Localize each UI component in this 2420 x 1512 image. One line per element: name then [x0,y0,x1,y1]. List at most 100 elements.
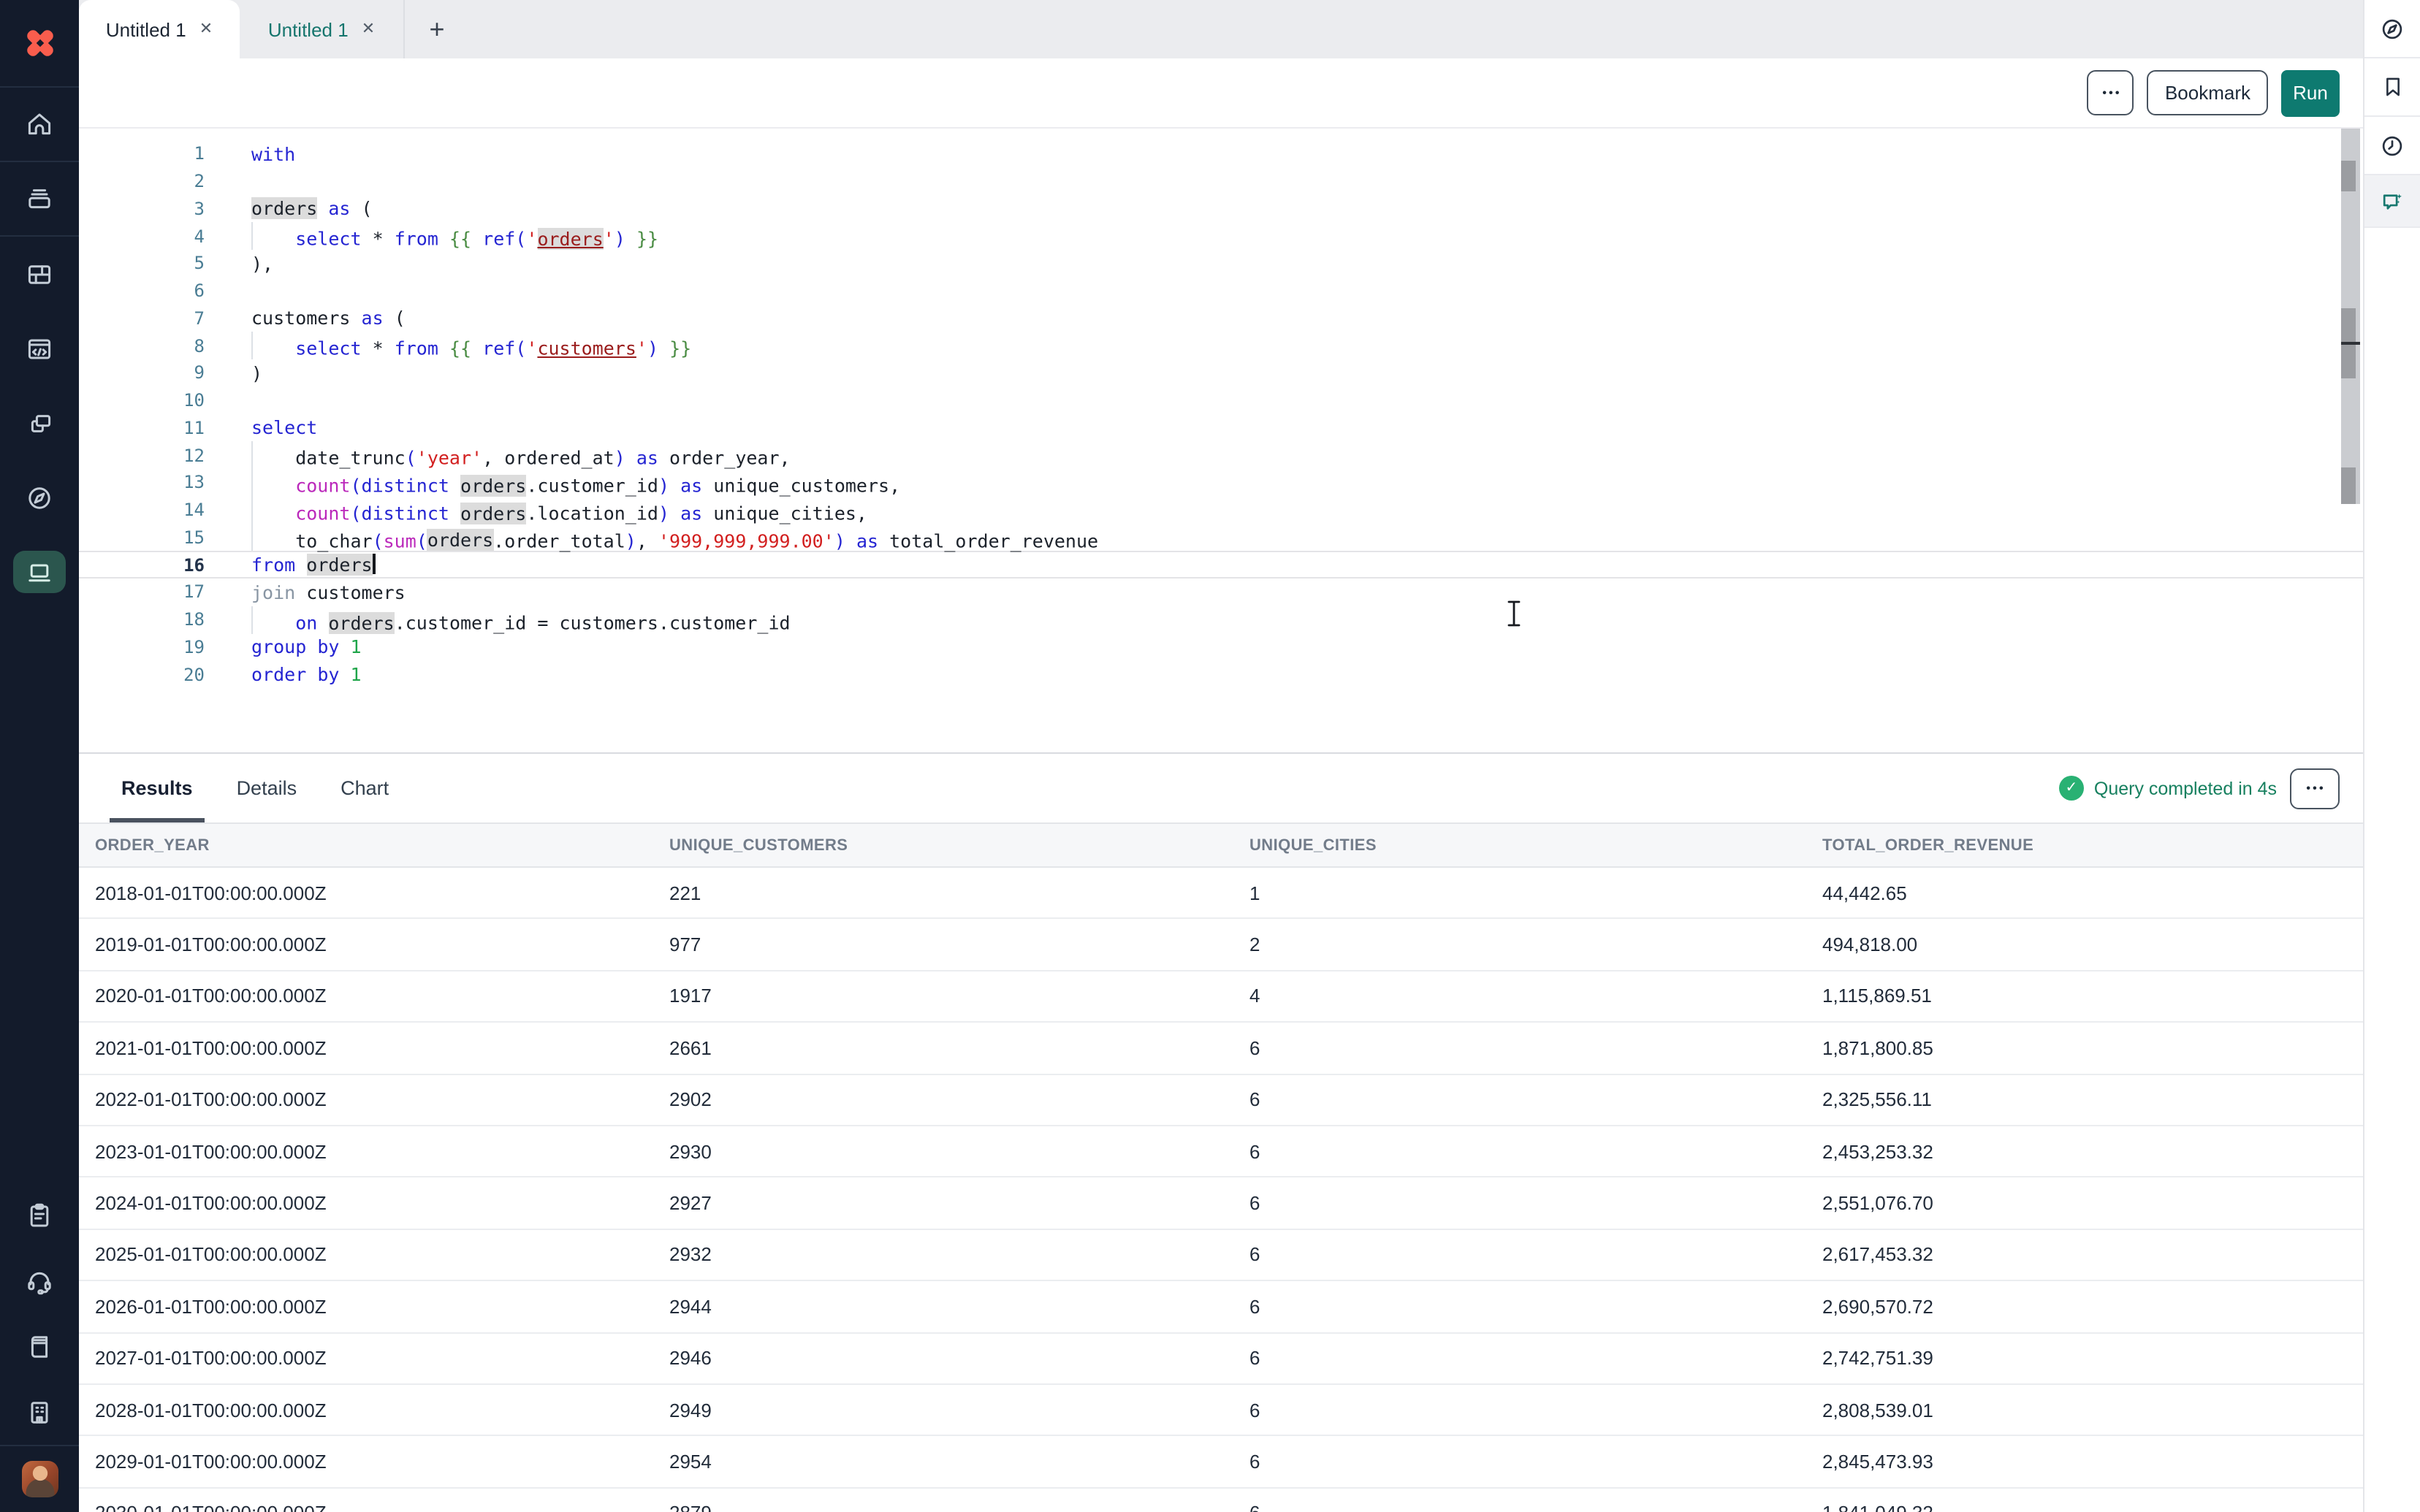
sidebar-item-apps[interactable] [0,386,79,460]
bookmark-button[interactable]: Bookmark [2147,70,2268,115]
sidebar-item-explore-right[interactable] [2364,0,2420,58]
column-header[interactable]: ORDER_YEAR [79,836,653,854]
code-line: 17join customers [79,579,2363,606]
sidebar-item-history[interactable] [2364,117,2420,175]
code-text: on orders.customer_id = customers.custom… [205,606,791,634]
line-number: 4 [79,226,205,246]
code-text: orders as ( [205,198,373,220]
column-header[interactable]: UNIQUE_CITIES [1233,836,1806,854]
code-text: group by 1 [205,636,362,658]
table-cell: 6 [1233,1451,1806,1473]
results-table-header: ORDER_YEARUNIQUE_CUSTOMERSUNIQUE_CITIEST… [79,824,2363,868]
table-cell: 2927 [653,1192,1233,1214]
tab-chart[interactable]: Chart [329,754,400,822]
terminal-laptop-icon [25,557,54,587]
sidebar-item-terminal[interactable] [0,535,79,609]
tab-results[interactable]: Results [110,754,205,822]
table-cell: 977 [653,933,1233,955]
table-cell: 494,818.00 [1806,933,2363,955]
editor-scrollbar[interactable] [2341,129,2360,504]
support-headset-icon [25,1266,54,1295]
scrollbar-current-line-marker [2341,342,2360,345]
table-cell: 2,617,453.32 [1806,1244,2363,1266]
code-line: 12date_trunc('year', ordered_at) as orde… [79,442,2363,470]
code-line: 3orders as ( [79,195,2363,223]
scrollbar-mark [2341,467,2356,504]
table-cell: 44,442.65 [1806,882,2363,904]
code-line: 10 [79,387,2363,415]
tab-label: Untitled 1 [106,18,186,40]
table-cell: 2030-01-01T00:00:00.000Z [79,1503,653,1512]
table-cell: 2879 [653,1503,1233,1512]
code-line: 11select [79,414,2363,442]
close-icon[interactable]: ✕ [199,21,213,37]
code-text: select * from {{ ref('customers') }} [205,332,691,360]
line-number: 9 [79,363,205,383]
line-number: 12 [79,445,205,465]
line-number: 1 [79,144,205,164]
sidebar-item-bookmarks[interactable] [2364,58,2420,117]
sidebar-item-ai-assistant[interactable] [2364,175,2420,228]
results-more-button[interactable]: ••• [2290,768,2340,809]
query-status: ✓ Query completed in 4s [2059,776,2277,801]
tab-untitled-2[interactable]: Untitled 1 ✕ [240,0,405,58]
table-cell: 2022-01-01T00:00:00.000Z [79,1089,653,1111]
code-line: 14count(distinct orders.location_id) as … [79,497,2363,524]
table-cell: 2,325,556.11 [1806,1089,2363,1111]
app-window: Untitled 1 ✕ Untitled 1 ✕ + ••• Bookmark… [0,0,2420,1512]
sidebar-item-docs[interactable] [0,1313,79,1379]
user-avatar [21,1461,58,1497]
line-number: 18 [79,609,205,630]
sidebar-item-projects[interactable] [0,162,79,237]
line-number: 13 [79,473,205,493]
explore-compass-icon [25,483,54,512]
code-text: ) [205,362,262,384]
line-number: 19 [79,637,205,657]
sidebar-item-dashboards[interactable] [0,237,79,311]
table-cell: 6 [1233,1503,1806,1512]
results-header: Results Details Chart ✓ Query completed … [79,754,2363,824]
code-text: count(distinct orders.customer_id) as un… [205,469,900,497]
code-line: 4select * from {{ ref('orders') }} [79,223,2363,251]
tab-details[interactable]: Details [225,754,309,822]
compass-icon [2379,15,2405,42]
sidebar-item-organization[interactable] [0,1379,79,1445]
table-row: 2022-01-01T00:00:00.000Z290262,325,556.1… [79,1074,2363,1126]
code-line: 15to_char(sum(orders.order_total), '999,… [79,524,2363,551]
code-line: 20order by 1 [79,661,2363,689]
hex-logo[interactable] [0,0,79,88]
query-status-text: Query completed in 4s [2094,778,2277,798]
sidebar-spacer [0,609,79,1182]
docs-book-icon [25,1332,54,1361]
table-cell: 2027-01-01T00:00:00.000Z [79,1347,653,1369]
close-icon[interactable]: ✕ [362,21,375,37]
sidebar-item-support[interactable] [0,1248,79,1313]
run-button[interactable]: Run [2281,69,2340,116]
sidebar-item-code[interactable] [0,311,79,386]
line-number: 17 [79,582,205,603]
column-header[interactable]: UNIQUE_CUSTOMERS [653,836,1233,854]
left-sidebar [0,0,79,1512]
home-icon [25,110,54,139]
line-number: 5 [79,253,205,274]
line-number: 15 [79,527,205,548]
sidebar-item-home[interactable] [0,88,79,162]
more-options-button[interactable]: ••• [2088,70,2134,115]
sidebar-item-explore[interactable] [0,460,79,535]
table-cell: 2020-01-01T00:00:00.000Z [79,985,653,1007]
code-window-icon [25,334,54,363]
user-menu[interactable] [0,1445,79,1512]
table-cell: 2019-01-01T00:00:00.000Z [79,933,653,955]
sql-editor[interactable]: 1with23orders as (4select * from {{ ref(… [79,129,2363,752]
tab-untitled-1[interactable]: Untitled 1 ✕ [79,0,240,58]
ai-chat-sparkle-icon [2379,188,2405,214]
mouse-ibeam-cursor [1505,599,1523,628]
editor-toolbar: ••• Bookmark Run [79,58,2363,129]
results-table: ORDER_YEARUNIQUE_CUSTOMERSUNIQUE_CITIEST… [79,824,2363,1512]
new-tab-button[interactable]: + [405,0,469,58]
table-cell: 2021-01-01T00:00:00.000Z [79,1037,653,1059]
code-line: 7customers as ( [79,305,2363,332]
sidebar-item-changelog[interactable] [0,1182,79,1248]
column-header[interactable]: TOTAL_ORDER_REVENUE [1806,836,2363,854]
query-status-area: ✓ Query completed in 4s ••• [2059,768,2340,809]
